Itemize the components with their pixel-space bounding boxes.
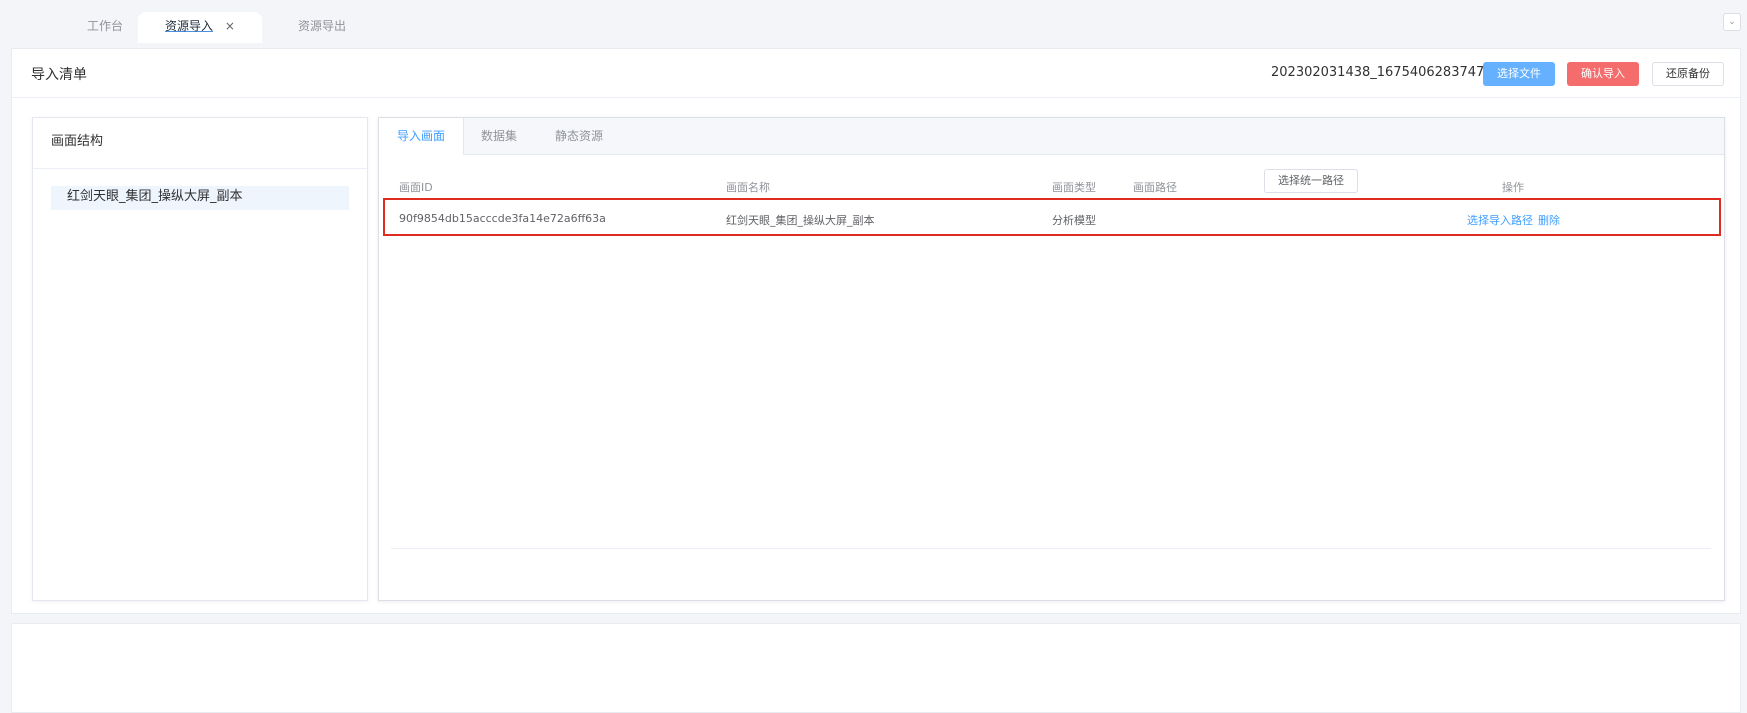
tab-resource-export-label: 资源导出 [297, 19, 346, 33]
column-header-name: 画面名称 [726, 181, 770, 194]
screen-structure-title: 画面结构 [33, 118, 367, 169]
detail-tabs: 导入画面 数据集 静态资源 [379, 118, 1724, 155]
tab-static-resources[interactable]: 静态资源 [535, 118, 623, 154]
select-import-path-link[interactable]: 选择导入路径 [1467, 212, 1533, 228]
table-bottom-divider [391, 548, 1711, 549]
top-tab-bar: 工作台 资源导入 × 资源导出 ⌄ [0, 0, 1747, 43]
lower-panel [11, 623, 1741, 713]
row-screen-name: 红剑天眼_集团_操纵大屏_副本 [726, 214, 875, 227]
chevron-down-icon[interactable]: ⌄ [1723, 13, 1741, 31]
delete-link[interactable]: 删除 [1538, 212, 1560, 228]
column-header-actions: 操作 [1502, 181, 1524, 194]
tab-resource-import[interactable]: 资源导入 × [138, 12, 262, 43]
restore-backup-button[interactable]: 还原备份 [1652, 62, 1724, 86]
confirm-import-button[interactable]: 确认导入 [1567, 62, 1639, 86]
tree-item[interactable]: 红剑天眼_集团_操纵大屏_副本 [51, 186, 349, 210]
tab-resource-import-label: 资源导入 [165, 19, 214, 33]
import-detail-card: 导入画面 数据集 静态资源 画面ID 画面名称 画面类型 画面路径 选择统一路径… [378, 117, 1725, 601]
column-header-id: 画面ID [399, 181, 433, 194]
choose-file-button[interactable]: 选择文件 [1483, 62, 1555, 86]
row-screen-type: 分析模型 [1052, 214, 1096, 227]
tab-resource-export[interactable]: 资源导出 [262, 12, 382, 43]
tab-import-screen[interactable]: 导入画面 [379, 118, 464, 155]
column-header-path: 画面路径 [1133, 181, 1177, 194]
table-row: 90f9854db15acccde3fa14e72a6ff63a 红剑天眼_集团… [383, 198, 1721, 236]
tab-workbench-label: 工作台 [86, 19, 123, 33]
select-unified-path-button[interactable]: 选择统一路径 [1264, 169, 1358, 193]
selected-filename: 202302031438_1675406283747.zip [1271, 65, 1508, 80]
import-toolbar: 导入清单 202302031438_1675406283747.zip 选择文件… [12, 49, 1740, 98]
screen-structure-card: 画面结构 红剑天眼_集团_操纵大屏_副本 [32, 117, 368, 601]
close-icon[interactable]: × [225, 19, 235, 33]
column-header-type: 画面类型 [1052, 181, 1096, 194]
page-title: 导入清单 [31, 67, 87, 83]
import-panel: 导入清单 202302031438_1675406283747.zip 选择文件… [11, 48, 1741, 614]
row-screen-id: 90f9854db15acccde3fa14e72a6ff63a [399, 212, 606, 225]
tab-dataset[interactable]: 数据集 [463, 118, 535, 154]
